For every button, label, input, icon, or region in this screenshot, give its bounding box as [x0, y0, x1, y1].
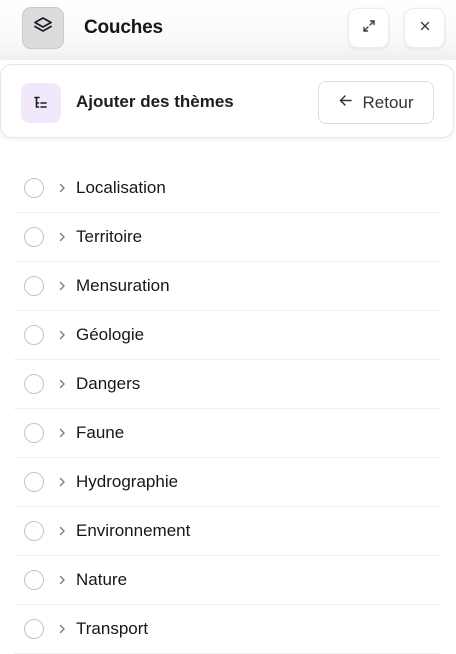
chevron-right-icon[interactable]	[56, 524, 68, 538]
chevron-right-icon[interactable]	[56, 181, 68, 195]
theme-row-localisation[interactable]: Localisation	[14, 164, 440, 213]
chevron-right-icon[interactable]	[56, 475, 68, 489]
theme-radio[interactable]	[24, 374, 44, 394]
back-button[interactable]: Retour	[318, 81, 434, 124]
theme-row-mensuration[interactable]: Mensuration	[14, 262, 440, 311]
theme-row-dangers[interactable]: Dangers	[14, 360, 440, 409]
chevron-right-icon[interactable]	[56, 377, 68, 391]
layers-icon	[32, 15, 54, 42]
theme-label: Environnement	[76, 521, 191, 540]
theme-row-territoire[interactable]: Territoire	[14, 213, 440, 262]
theme-label: Mensuration	[76, 276, 170, 295]
chevron-right-icon[interactable]	[56, 426, 68, 440]
theme-radio[interactable]	[24, 276, 44, 296]
chevron-right-icon[interactable]	[56, 573, 68, 587]
expand-button[interactable]	[348, 8, 389, 48]
arrow-left-icon	[338, 93, 353, 113]
expand-icon	[361, 18, 377, 39]
theme-label: Faune	[76, 423, 125, 442]
close-icon	[418, 19, 432, 38]
theme-radio[interactable]	[24, 619, 44, 639]
chevron-right-icon[interactable]	[56, 279, 68, 293]
theme-label: Hydrographie	[76, 472, 179, 491]
tree-list-icon	[21, 83, 61, 123]
theme-label: Dangers	[76, 374, 141, 393]
theme-radio[interactable]	[24, 227, 44, 247]
chevron-right-icon[interactable]	[56, 328, 68, 342]
theme-label: Géologie	[76, 325, 145, 344]
add-themes-title: Ajouter des thèmes	[76, 92, 234, 111]
theme-radio[interactable]	[24, 472, 44, 492]
theme-radio[interactable]	[24, 178, 44, 198]
add-themes-bar: Ajouter des thèmes Retour	[0, 64, 454, 138]
theme-radio[interactable]	[24, 325, 44, 345]
layers-button[interactable]	[22, 7, 64, 49]
theme-label: Territoire	[76, 227, 143, 246]
panel-header: Couches	[0, 0, 456, 60]
theme-row-nature[interactable]: Nature	[14, 556, 440, 605]
panel-title: Couches	[84, 17, 163, 38]
theme-radio[interactable]	[24, 570, 44, 590]
theme-row-hydrographie[interactable]: Hydrographie	[14, 458, 440, 507]
chevron-right-icon[interactable]	[56, 622, 68, 636]
theme-label: Nature	[76, 570, 128, 589]
theme-label: Localisation	[76, 178, 166, 197]
theme-list: Localisation Territoire Mensuration Géol…	[14, 164, 440, 654]
back-button-label: Retour	[362, 92, 414, 112]
theme-label: Transport	[76, 619, 149, 638]
theme-row-environnement[interactable]: Environnement	[14, 507, 440, 556]
chevron-right-icon[interactable]	[56, 230, 68, 244]
theme-row-geologie[interactable]: Géologie	[14, 311, 440, 360]
close-button[interactable]	[404, 8, 445, 48]
theme-radio[interactable]	[24, 423, 44, 443]
theme-row-faune[interactable]: Faune	[14, 409, 440, 458]
theme-row-transport[interactable]: Transport	[14, 605, 440, 654]
theme-radio[interactable]	[24, 521, 44, 541]
